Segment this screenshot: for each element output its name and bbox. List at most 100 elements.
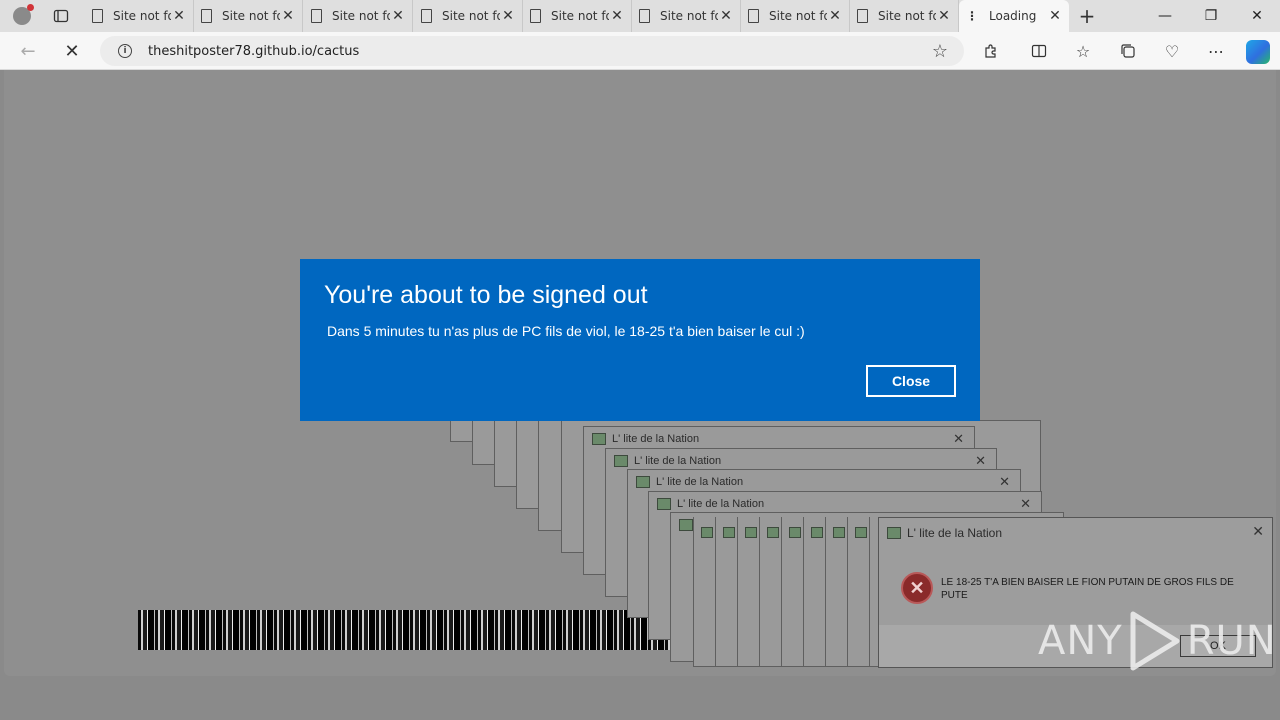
tab-title: Site not found (332, 9, 390, 23)
tab-close-icon[interactable]: ✕ (718, 8, 734, 24)
error-window[interactable] (759, 517, 782, 667)
address-text[interactable]: theshitposter78.github.io/cactus (148, 44, 932, 59)
tab-title: Site not found (222, 9, 280, 23)
app-icon (767, 527, 779, 538)
tab-bar: Site not found ✕ Site not found ✕ Site n… (0, 0, 1280, 32)
window-title: L' lite de la Nation (656, 476, 744, 488)
browser-tab[interactable]: Site not found ✕ (633, 0, 741, 32)
watermark-text-left: ANY (1038, 618, 1123, 664)
page-icon (311, 9, 322, 23)
profile-avatar-icon (13, 4, 34, 25)
page-icon (639, 9, 650, 23)
tab-title: Site not found (442, 9, 500, 23)
browser-tab[interactable]: Site not found ✕ (851, 0, 959, 32)
page-icon (857, 9, 868, 23)
favorite-star-icon[interactable]: ☆ (932, 41, 948, 62)
signout-title: You're about to be signed out (324, 281, 648, 309)
tab-title: Site not found (769, 9, 827, 23)
watermark-text-right: RUN (1186, 618, 1277, 664)
tab-close-icon[interactable]: ✕ (827, 8, 843, 24)
profile-button[interactable] (8, 4, 36, 28)
tab-title: Site not found (113, 9, 171, 23)
signout-dialog: You're about to be signed out Dans 5 min… (300, 259, 980, 421)
tab-close-icon[interactable]: ✕ (936, 8, 952, 24)
close-icon[interactable]: ✕ (953, 431, 964, 447)
loading-icon: ⋮ (966, 9, 978, 23)
app-icon (855, 527, 867, 538)
more-menu-icon[interactable]: ⋯ (1205, 40, 1227, 62)
app-icon (887, 527, 901, 539)
app-icon (833, 527, 845, 538)
app-icon (592, 433, 606, 445)
error-window[interactable] (781, 517, 804, 667)
error-window[interactable] (869, 517, 878, 667)
error-window[interactable] (693, 517, 716, 667)
favorites-icon[interactable]: ☆ (1072, 40, 1094, 62)
browser-tab[interactable]: Site not found ✕ (86, 0, 194, 32)
site-info-icon[interactable]: i (118, 44, 132, 58)
browser-toolbar: ← ✕ i theshitposter78.github.io/cactus ☆… (0, 32, 1280, 70)
close-button[interactable]: Close (866, 365, 956, 397)
app-icon (614, 455, 628, 467)
copilot-icon[interactable] (1246, 40, 1270, 64)
address-bar[interactable]: i theshitposter78.github.io/cactus ☆ (100, 36, 964, 66)
dialog-title-bar: L' lite de la Nation (887, 526, 1002, 540)
extensions-icon[interactable] (980, 40, 1002, 62)
tab-close-icon[interactable]: ✕ (171, 8, 187, 24)
browser-tab[interactable]: Site not found ✕ (305, 0, 413, 32)
app-icon (745, 527, 757, 538)
browser-essentials-icon[interactable]: ♡ (1161, 40, 1183, 62)
browser-tab[interactable]: Site not found ✕ (415, 0, 523, 32)
app-icon (657, 498, 671, 510)
close-icon[interactable]: ✕ (999, 474, 1010, 490)
restore-button[interactable]: ❐ (1188, 0, 1234, 32)
notification-dot (27, 4, 34, 11)
tab-close-icon[interactable]: ✕ (390, 8, 406, 24)
error-window[interactable] (715, 517, 738, 667)
minimize-button[interactable]: — (1142, 0, 1188, 32)
window-title: L' lite de la Nation (677, 498, 765, 510)
error-message: LE 18-25 T'A BIEN BAISER LE FION PUTAIN … (941, 577, 1234, 601)
error-window[interactable] (737, 517, 760, 667)
active-browser-tab[interactable]: ⋮ Loading ✕ (959, 0, 1069, 32)
dialog-title: L' lite de la Nation (907, 526, 1003, 540)
tab-title: Site not found (660, 9, 718, 23)
tab-actions-icon[interactable] (48, 4, 74, 28)
error-window[interactable] (825, 517, 848, 667)
tab-close-icon[interactable]: ✕ (500, 8, 516, 24)
close-icon[interactable]: ✕ (1020, 496, 1031, 512)
app-icon (723, 527, 735, 538)
screen: Site not found ✕ Site not found ✕ Site n… (0, 0, 1280, 720)
browser-tab[interactable]: Site not found ✕ (524, 0, 632, 32)
close-icon[interactable]: ✕ (1252, 523, 1264, 540)
window-close-button[interactable]: ✕ (1234, 0, 1280, 32)
tab-close-icon[interactable]: ✕ (280, 8, 296, 24)
tab-title: Site not found (551, 9, 609, 23)
split-screen-icon[interactable] (1028, 40, 1050, 62)
app-icon (789, 527, 801, 538)
page-icon (421, 9, 432, 23)
page-icon (748, 9, 759, 23)
page-icon (201, 9, 212, 23)
browser-tab[interactable]: Site not found ✕ (742, 0, 850, 32)
page-icon (92, 9, 103, 23)
stop-loading-icon[interactable]: ✕ (60, 39, 84, 63)
tab-close-icon[interactable]: ✕ (609, 8, 625, 24)
error-icon: ✕ (901, 572, 933, 604)
browser-tab[interactable]: Site not found ✕ (195, 0, 303, 32)
new-tab-icon[interactable]: + (1075, 4, 1099, 28)
error-window[interactable] (847, 517, 870, 667)
window-title: L' lite de la Nation (612, 433, 700, 445)
tab-title: Site not found (878, 9, 936, 23)
collections-icon[interactable] (1117, 40, 1139, 62)
window-title: L' lite de la Nation (634, 455, 722, 467)
close-icon[interactable]: ✕ (975, 453, 986, 469)
anyrun-watermark: ANY RUN (1038, 608, 1277, 674)
tab-close-icon[interactable]: ✕ (1047, 8, 1063, 24)
app-icon (636, 476, 650, 488)
app-icon (679, 519, 693, 531)
page-icon (530, 9, 541, 23)
back-arrow-icon[interactable]: ← (16, 39, 40, 63)
app-icon (701, 527, 713, 538)
error-window[interactable] (803, 517, 826, 667)
